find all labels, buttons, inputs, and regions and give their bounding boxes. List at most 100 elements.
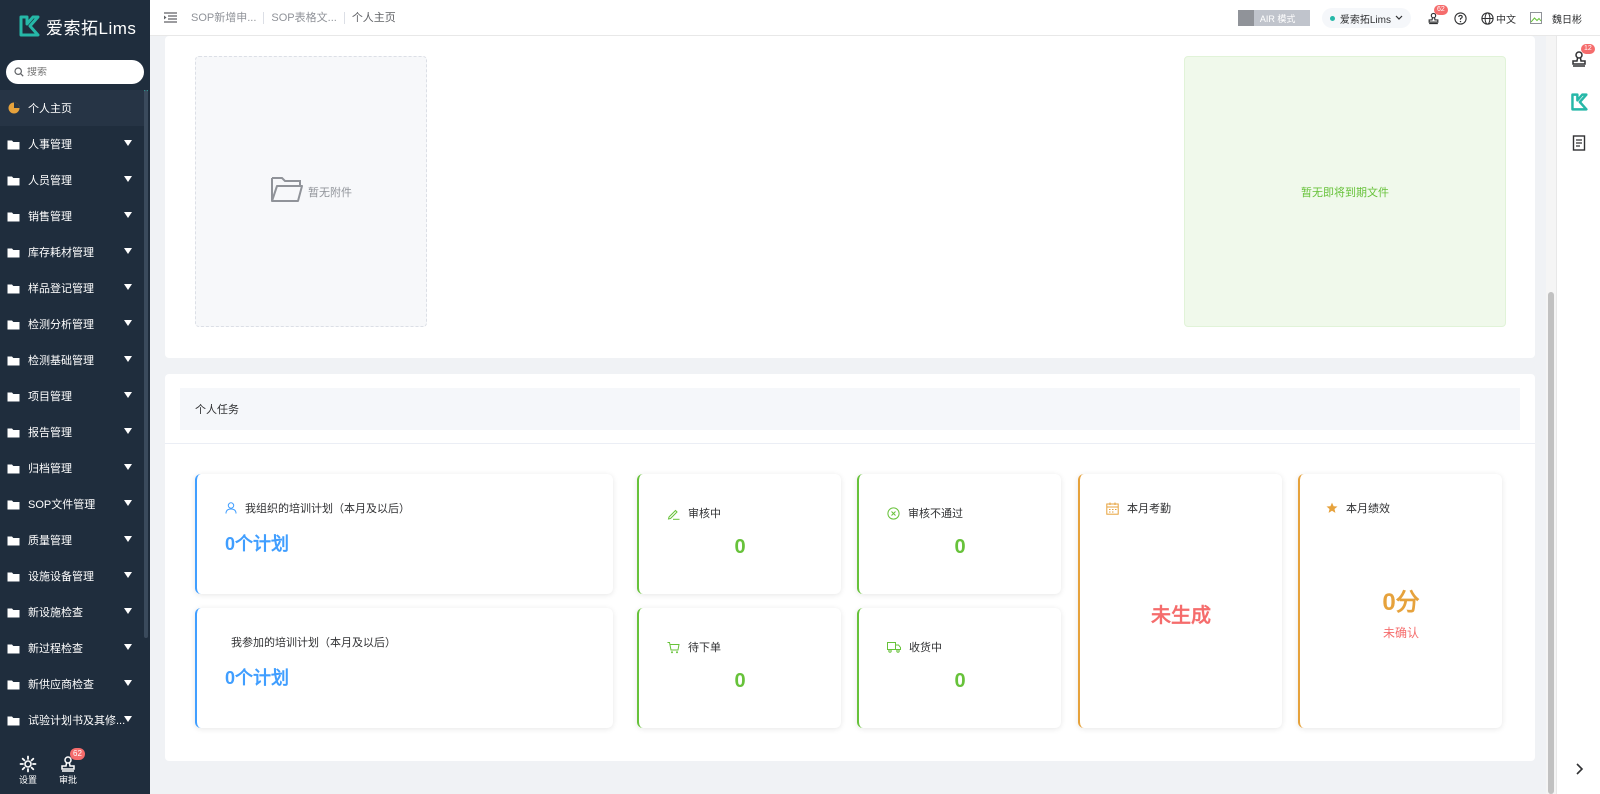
reviewing-card[interactable]: 审核中 0 <box>637 474 841 594</box>
cart-icon <box>667 641 680 654</box>
breadcrumb-item-home[interactable]: 个人主页 <box>345 12 403 24</box>
rejected-card[interactable]: 审核不通过 0 <box>857 474 1061 594</box>
language-label: 中文 <box>1496 14 1516 26</box>
logo-icon <box>19 15 40 37</box>
sidebar-item-test-plan[interactable]: 试验计划书及其修... <box>0 702 144 738</box>
pending-order-card[interactable]: 待下单 0 <box>637 608 841 728</box>
folder-open-icon <box>271 176 303 202</box>
tasks-divider <box>165 443 1535 444</box>
personal-tasks-panel: 个人任务 我组织的培训计划（本月及以后） 0个计划 我参加的培训计划（本月及以后… <box>165 374 1535 761</box>
app-logo[interactable]: 爱索拓Lims <box>0 0 150 52</box>
sidebar-scrollbar[interactable] <box>144 90 148 638</box>
main-scrollbar[interactable] <box>1546 36 1556 794</box>
sidebar-item-label: 销售管理 <box>28 211 72 223</box>
sidebar-item-quality[interactable]: 质量管理 <box>0 522 144 558</box>
breadcrumb-item-sop-apply[interactable]: SOP新增申... <box>184 11 265 24</box>
join-training-card[interactable]: 我参加的培训计划（本月及以后） 0个计划 <box>195 608 613 728</box>
star-icon <box>1326 502 1338 514</box>
attachments-panel: 暂无附件 暂无即将到期文件 <box>165 36 1535 358</box>
language-select[interactable]: 中文 <box>1481 11 1516 26</box>
question-circle-icon <box>1454 11 1467 25</box>
performance-value: 0分 <box>1382 589 1420 616</box>
approve-button[interactable]: 审批 62 <box>48 746 88 794</box>
breadcrumb-item-sop-form[interactable]: SOP表格文... <box>264 11 345 24</box>
sidebar-item-sales[interactable]: 销售管理 <box>0 198 144 234</box>
attendance-card[interactable]: 本月考勤 未生成 <box>1078 474 1282 728</box>
sidebar-item-supplier-check[interactable]: 新供应商检查 <box>0 666 144 702</box>
sidebar-item-process-check[interactable]: 新过程检查 <box>0 630 144 666</box>
sidebar-item-report[interactable]: 报告管理 <box>0 414 144 450</box>
sidebar-item-label: 新设施检查 <box>28 607 83 619</box>
header-actions: AIR 模式 爱索拓Lims 62 中文 魏日彬 <box>1237 0 1600 36</box>
tasks-title: 个人任务 <box>195 404 239 416</box>
rail-document-button[interactable] <box>1570 134 1588 152</box>
sidebar-item-sample[interactable]: 样品登记管理 <box>0 270 144 306</box>
sidebar-item-analysis[interactable]: 检测分析管理 <box>0 306 144 342</box>
menu-search[interactable] <box>6 60 144 84</box>
rail-logo-button[interactable] <box>1570 93 1588 111</box>
pen-icon <box>667 507 680 520</box>
search-input[interactable] <box>27 66 137 78</box>
org-select[interactable]: 爱索拓Lims <box>1321 8 1411 28</box>
caret-down-icon <box>124 284 132 290</box>
reviewing-label-row: 审核中 <box>667 505 721 521</box>
caret-down-icon <box>124 140 132 146</box>
caret-down-icon <box>124 572 132 578</box>
sidebar-item-facility-check[interactable]: 新设施检查 <box>0 594 144 630</box>
org-label: 爱索拓Lims <box>1339 14 1391 26</box>
collapse-menu-button[interactable] <box>164 12 178 24</box>
sidebar-item-basic[interactable]: 检测基础管理 <box>0 342 144 378</box>
pie-chart-icon <box>7 102 20 115</box>
performance-card[interactable]: 本月绩效 0分 未确认 <box>1298 474 1502 728</box>
tasks-header: 个人任务 <box>180 388 1520 430</box>
folder-icon <box>7 390 20 403</box>
reviewing-label: 审核中 <box>688 508 721 520</box>
help-button[interactable] <box>1454 11 1467 25</box>
caret-down-icon <box>124 320 132 326</box>
performance-label: 本月绩效 <box>1346 503 1390 515</box>
pending-order-value: 0 <box>734 670 746 692</box>
sidebar-item-label: 报告管理 <box>28 427 72 439</box>
rail-approve-button[interactable]: 12 <box>1570 44 1595 68</box>
folder-icon <box>7 678 20 691</box>
sidebar-menu: 个人主页 人事管理 人员管理 销售管理 库存耗材管理 样品登记管理 检测分析管理… <box>0 90 148 738</box>
sidebar-item-label: 检测分析管理 <box>28 319 94 331</box>
breadcrumb: SOP新增申... SOP表格文... 个人主页 <box>184 11 403 24</box>
org-training-card[interactable]: 我组织的培训计划（本月及以后） 0个计划 <box>195 474 613 594</box>
receiving-card[interactable]: 收货中 0 <box>857 608 1061 728</box>
sidebar-item-label: 质量管理 <box>28 535 72 547</box>
user-menu[interactable]: 魏日彬 <box>1530 11 1582 26</box>
logo-text: 爱索拓Lims <box>46 18 137 38</box>
folder-icon <box>7 642 20 655</box>
air-mode-toggle[interactable]: AIR 模式 <box>1237 10 1310 26</box>
caret-down-icon <box>124 536 132 542</box>
folder-icon <box>7 246 20 259</box>
sidebar-item-inventory[interactable]: 库存耗材管理 <box>0 234 144 270</box>
rail-expand-button[interactable] <box>1570 760 1588 778</box>
notification-button[interactable]: 62 <box>1427 4 1448 25</box>
sidebar-item-sop[interactable]: SOP文件管理 <box>0 486 144 522</box>
join-training-label: 我参加的培训计划（本月及以后） <box>231 637 396 649</box>
settings-button[interactable]: 设置 <box>8 746 48 794</box>
sidebar-item-home[interactable]: 个人主页 <box>0 90 148 126</box>
approve-badge: 62 <box>70 748 85 760</box>
sidebar-item-hr[interactable]: 人事管理 <box>0 126 144 162</box>
top-header: SOP新增申... SOP表格文... 个人主页 AIR 模式 爱索拓Lims … <box>150 0 1600 36</box>
sidebar-item-label: 个人主页 <box>28 103 72 115</box>
avatar-image-icon <box>1530 12 1542 24</box>
rejected-label: 审核不通过 <box>908 508 963 520</box>
sidebar-item-staff[interactable]: 人员管理 <box>0 162 144 198</box>
performance-label-row: 本月绩效 <box>1326 500 1390 516</box>
sidebar-item-archive[interactable]: 归档管理 <box>0 450 144 486</box>
main-scrollbar-thumb[interactable] <box>1548 292 1554 794</box>
sidebar-item-project[interactable]: 项目管理 <box>0 378 144 414</box>
attachment-empty-box: 暂无附件 <box>195 56 427 327</box>
sidebar-item-equipment[interactable]: 设施设备管理 <box>0 558 144 594</box>
sidebar-item-label: 库存耗材管理 <box>28 247 94 259</box>
sidebar: 爱索拓Lims 个人主页 人事管理 人员管理 销售管理 库存耗材管理 <box>0 0 150 794</box>
rejected-value: 0 <box>954 536 966 558</box>
folder-icon <box>7 318 20 331</box>
sidebar-item-label: 检测基础管理 <box>28 355 94 367</box>
caret-down-icon <box>124 500 132 506</box>
receiving-value: 0 <box>954 670 966 692</box>
